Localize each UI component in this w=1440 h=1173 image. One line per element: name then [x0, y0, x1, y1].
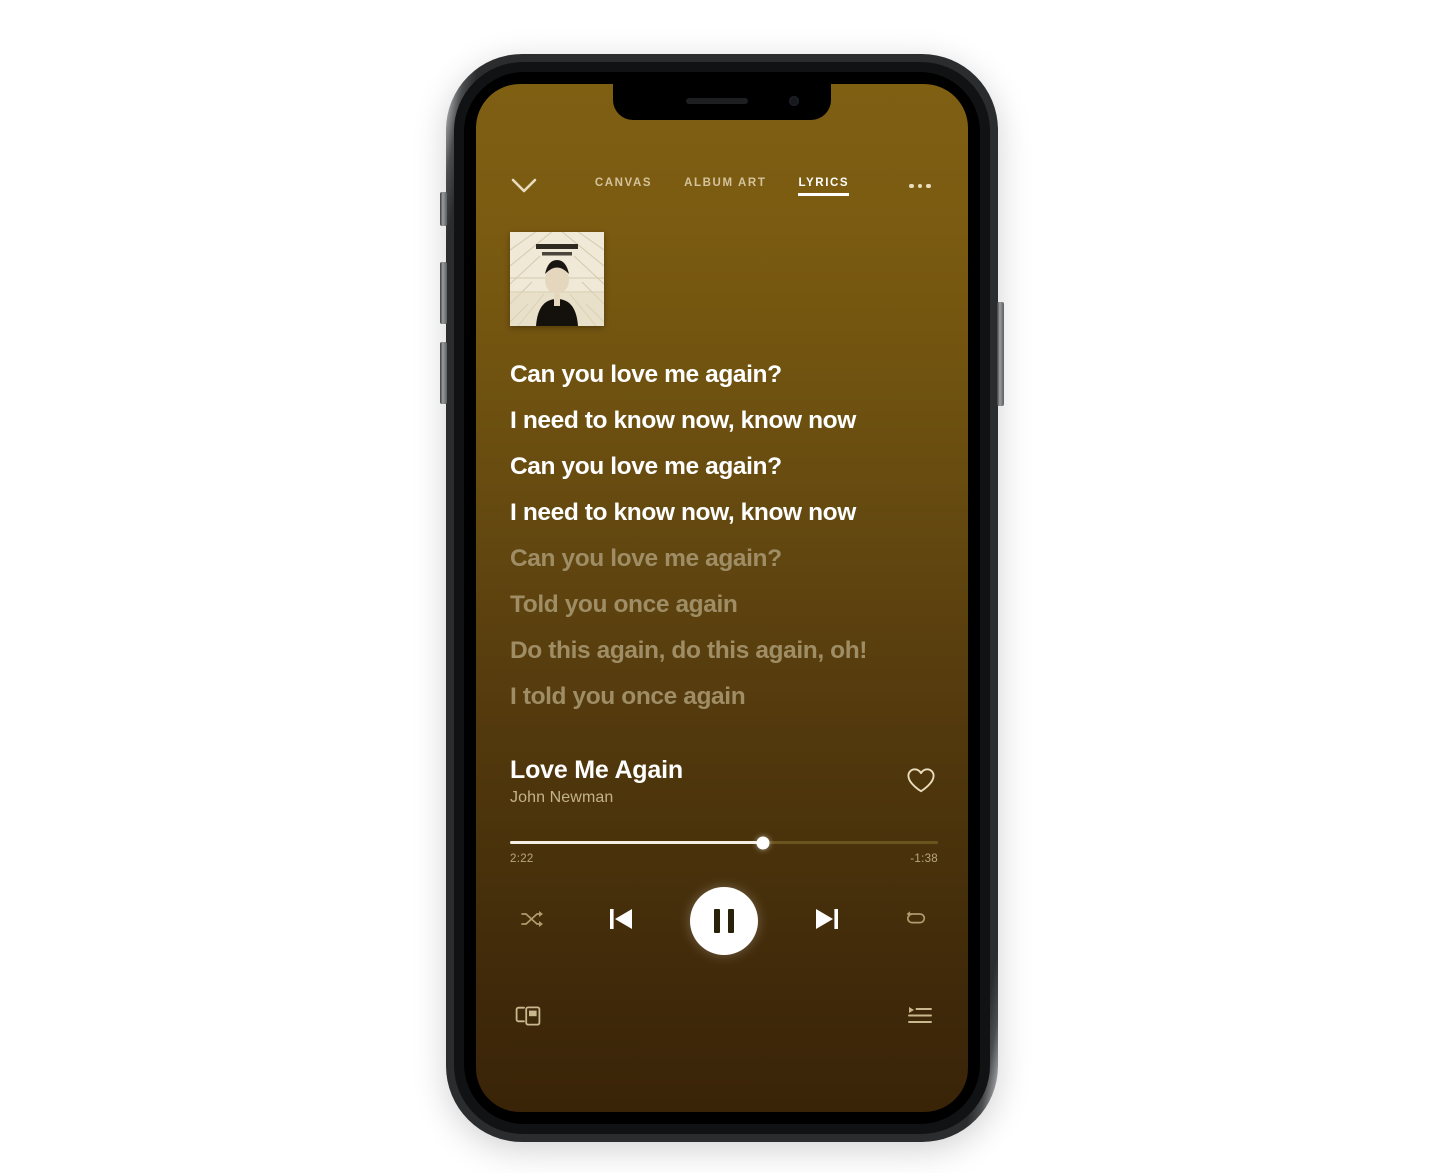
elapsed-time: 2:22: [510, 853, 534, 865]
repeat-icon: [904, 909, 928, 934]
skip-previous-icon: [605, 904, 637, 939]
progress-knob[interactable]: [756, 836, 770, 849]
shuffle-button[interactable]: [512, 901, 552, 941]
album-artwork[interactable]: [510, 232, 604, 326]
track-title: Love Me Again: [510, 756, 683, 784]
phone-notch: [613, 84, 831, 120]
skip-next-icon: [811, 904, 843, 939]
lyric-line: Can you love me again?: [510, 453, 782, 480]
front-camera-icon: [789, 96, 799, 106]
repeat-button[interactable]: [896, 901, 936, 941]
lyric-line: I need to know now, know now: [510, 407, 856, 434]
screenshot-root: CANVAS ALBUM ART LYRICS Can you love me …: [0, 0, 1440, 1173]
ellipsis-icon: [909, 183, 931, 189]
playback-controls: [510, 887, 938, 955]
volume-down-button[interactable]: [440, 342, 447, 404]
track-artist[interactable]: John Newman: [510, 789, 683, 807]
progress-section: 2:22 -1:38: [510, 836, 938, 865]
power-side-button[interactable]: [997, 302, 1004, 406]
progress-fill: [510, 841, 763, 844]
like-button[interactable]: [904, 766, 938, 800]
more-options-button[interactable]: [900, 169, 940, 203]
previous-track-button[interactable]: [598, 898, 644, 944]
bottom-action-bar: [510, 1002, 938, 1034]
phone-screen: CANVAS ALBUM ART LYRICS Can you love me …: [476, 84, 968, 1112]
top-navigation-bar: CANVAS ALBUM ART LYRICS: [476, 166, 968, 206]
tab-album-art[interactable]: ALBUM ART: [684, 177, 766, 196]
lyric-line: I told you once again: [510, 683, 746, 710]
lyric-line: Told you once again: [510, 591, 738, 618]
album-artwork-image: [510, 232, 604, 326]
next-track-button[interactable]: [804, 898, 850, 944]
devices-connect-icon: [515, 1005, 541, 1031]
heart-outline-icon: [906, 767, 936, 799]
lyric-line: Can you love me again?: [510, 361, 782, 388]
shuffle-icon: [520, 909, 544, 934]
connect-device-button[interactable]: [510, 1002, 546, 1034]
track-info-row: Love Me Again John Newman: [510, 756, 938, 807]
silent-switch-button[interactable]: [440, 192, 447, 226]
now-playing-panel: Love Me Again John Newman 2:22 -1:38: [510, 756, 938, 955]
lyric-line: Can you love me again?: [510, 545, 782, 572]
tab-lyrics[interactable]: LYRICS: [798, 177, 849, 196]
time-labels: 2:22 -1:38: [510, 853, 938, 865]
remaining-time: -1:38: [910, 853, 938, 865]
lyrics-panel[interactable]: Can you love me again? I need to know no…: [510, 352, 938, 720]
lyric-line: Do this again, do this again, oh!: [510, 637, 868, 664]
collapse-player-button[interactable]: [504, 169, 544, 203]
queue-button[interactable]: [902, 1002, 938, 1034]
tab-canvas[interactable]: CANVAS: [595, 177, 652, 196]
pause-icon: [714, 909, 734, 933]
view-tabs: CANVAS ALBUM ART LYRICS: [544, 177, 900, 196]
track-meta: Love Me Again John Newman: [510, 756, 683, 807]
volume-up-button[interactable]: [440, 262, 447, 324]
lyric-line: I need to know now, know now: [510, 499, 856, 526]
earpiece-speaker-icon: [686, 98, 749, 104]
chevron-down-icon: [511, 178, 537, 194]
play-pause-button[interactable]: [690, 887, 758, 955]
progress-slider[interactable]: [510, 836, 938, 849]
queue-list-icon: [907, 1006, 933, 1031]
